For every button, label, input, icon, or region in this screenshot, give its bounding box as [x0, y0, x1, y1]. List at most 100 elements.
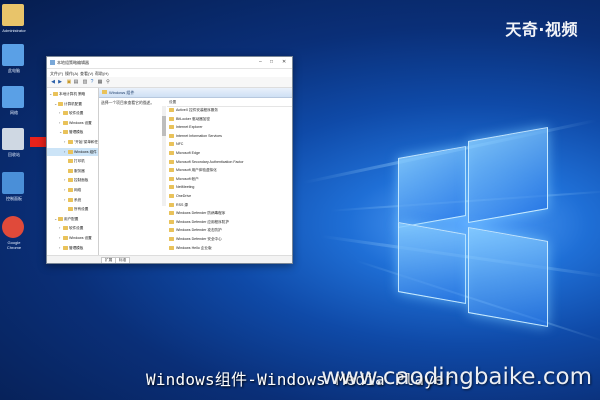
list-item[interactable]: BitLocker 驱动器加密	[167, 115, 292, 124]
list-item-label: Windows Defender 安全中心	[176, 237, 222, 241]
chevron-right-icon[interactable]: ›	[59, 224, 60, 232]
list-item[interactable]: Microsoft 帐户	[167, 175, 292, 184]
tree-item[interactable]: 服务器	[47, 167, 98, 175]
tree-item[interactable]: › 软件设置	[47, 224, 98, 232]
tree-item[interactable]: 所有设置	[47, 205, 98, 213]
list-item[interactable]: Windows Defender 安全中心	[167, 235, 292, 244]
properties-icon[interactable]: ▦	[97, 79, 103, 85]
up-folder-icon[interactable]: ▣	[66, 79, 72, 85]
tree-item[interactable]: › 管理模板	[47, 244, 98, 252]
vertical-scrollbar[interactable]	[162, 106, 166, 206]
list-item[interactable]: Microsoft Edge	[167, 149, 292, 158]
tree-item-label: 软件设置	[69, 226, 84, 231]
folder-icon	[68, 168, 73, 173]
tree-item[interactable]: › 系统	[47, 196, 98, 204]
folder-icon	[68, 207, 73, 212]
tree-item[interactable]: 打印机	[47, 157, 98, 165]
list-item[interactable]: Microsoft 用户体验虚拟化	[167, 166, 292, 175]
desktop-icon-label: 回收站	[8, 152, 20, 157]
folder-icon	[169, 228, 174, 233]
tree-item[interactable]: › Windows 设置	[47, 234, 98, 242]
list-item-label: NFC	[176, 142, 184, 147]
tree-item[interactable]: › Windows 组件	[47, 147, 98, 156]
tree-item[interactable]: ⌄ 管理模板	[47, 128, 98, 136]
tab-standard[interactable]: 标准	[115, 257, 131, 263]
help-icon[interactable]: ?	[89, 79, 95, 85]
minimize-icon[interactable]: –	[259, 59, 262, 65]
folder-icon	[169, 168, 174, 173]
list-item[interactable]: OneDrive	[167, 192, 292, 201]
windows-logo-wallpaper	[392, 126, 552, 335]
folder-icon	[102, 90, 107, 94]
list-item[interactable]: ActiveX 控件安装程序服务	[167, 106, 292, 115]
tree-item-label: 计算机配置	[64, 101, 82, 106]
forward-icon[interactable]: ▶	[57, 79, 63, 85]
desktop-icon-label: 此电脑	[8, 68, 20, 73]
list-item[interactable]: NFC	[167, 140, 292, 149]
logo-pane	[398, 222, 466, 304]
folder-icon	[63, 130, 68, 135]
close-icon[interactable]: ✕	[282, 59, 286, 65]
user-folder-icon[interactable]	[2, 4, 24, 26]
tree-item[interactable]: › 软件设置	[47, 109, 98, 117]
tree-item[interactable]: ⌄ 用户配置	[47, 215, 98, 223]
show-hide-tree-icon[interactable]: ▤	[73, 79, 79, 85]
list-item[interactable]: Windows Defender 防病毒程序	[167, 209, 292, 218]
list-item[interactable]: Windows Defender 应用程序防护	[167, 218, 292, 227]
network-icon[interactable]	[2, 86, 24, 108]
group-policy-editor-window[interactable]: 本地组策略编辑器 – □ ✕ 文件(F) 操作(A) 查看(V) 帮助(H) ◀…	[46, 56, 293, 264]
list-item-label: ActiveX 控件安装程序服务	[176, 108, 218, 112]
chevron-right-icon[interactable]: ›	[59, 244, 60, 252]
folder-icon	[58, 101, 63, 106]
chevron-right-icon[interactable]: ›	[59, 119, 60, 127]
details-description: 选择一个项目来查看它的描述。	[101, 101, 155, 105]
chevron-down-icon[interactable]: ⌄	[49, 90, 52, 98]
tree-item[interactable]: › 控制面板	[47, 176, 98, 184]
scrollbar-thumb[interactable]	[162, 116, 166, 136]
chevron-right-icon[interactable]: ›	[64, 148, 65, 156]
maximize-icon[interactable]: □	[270, 59, 273, 65]
chrome-icon[interactable]	[2, 216, 24, 238]
tree-item[interactable]: › "开始"菜单和任务栏	[47, 138, 98, 146]
list-item[interactable]: Windows Defender 攻击防护	[167, 226, 292, 235]
list-item-label: Windows Defender 应用程序防护	[176, 219, 229, 224]
tree-item[interactable]: ⌄ 本地计算机 策略	[47, 90, 98, 98]
chevron-down-icon[interactable]: ⌄	[54, 215, 57, 223]
tree-item-label: 打印机	[74, 159, 85, 164]
chevron-right-icon[interactable]: ›	[64, 186, 65, 194]
folder-icon	[63, 236, 68, 240]
details-header: Windows 组件	[99, 88, 292, 98]
chevron-right-icon[interactable]: ›	[64, 138, 65, 146]
list-item-label: Microsoft 用户体验虚拟化	[176, 168, 217, 173]
chevron-right-icon[interactable]: ›	[59, 234, 60, 242]
folder-icon	[169, 219, 174, 224]
list-item[interactable]: NetMeeting	[167, 183, 292, 192]
window-titlebar[interactable]: 本地组策略编辑器 – □ ✕	[47, 57, 292, 69]
recycle-bin-icon[interactable]	[2, 128, 24, 150]
chevron-right-icon[interactable]: ›	[64, 196, 65, 204]
folder-icon	[169, 194, 174, 198]
list-item[interactable]: Windows Hello 企业版	[167, 244, 292, 253]
back-icon[interactable]: ◀	[50, 79, 56, 85]
list-item[interactable]: Internet Information Services	[167, 132, 292, 141]
filter-icon[interactable]: ⚲	[105, 79, 111, 85]
list-item[interactable]: Microsoft Secondary Authentication Facto…	[167, 158, 292, 167]
chevron-right-icon[interactable]: ›	[59, 109, 60, 117]
tree-item[interactable]: › Windows 设置	[47, 119, 98, 127]
tab-extended[interactable]: 扩展	[101, 257, 117, 263]
list-item[interactable]: RSS 源	[167, 201, 292, 210]
list-item[interactable]: Internet Explorer	[167, 123, 292, 132]
list-item-label: Microsoft 帐户	[176, 176, 199, 181]
export-list-icon[interactable]: ▥	[82, 79, 88, 85]
chevron-right-icon[interactable]: ›	[64, 176, 65, 184]
computer-icon[interactable]	[2, 44, 24, 66]
chevron-down-icon[interactable]: ⌄	[59, 128, 62, 136]
folder-icon	[169, 211, 174, 216]
list-item-label: NetMeeting	[176, 185, 195, 190]
tree-item[interactable]: › 网络	[47, 186, 98, 194]
tree-item-label: 本地计算机 策略	[59, 92, 86, 96]
chevron-down-icon[interactable]: ⌄	[54, 100, 57, 108]
tree-item[interactable]: ⌄ 计算机配置	[47, 100, 98, 108]
policy-tree: ⌄ 本地计算机 策略 ⌄ 计算机配置 › 软件设置 › Windows 设置 ⌄ 管理模板 › "开始…	[47, 88, 99, 263]
control-panel-icon[interactable]	[2, 172, 24, 194]
